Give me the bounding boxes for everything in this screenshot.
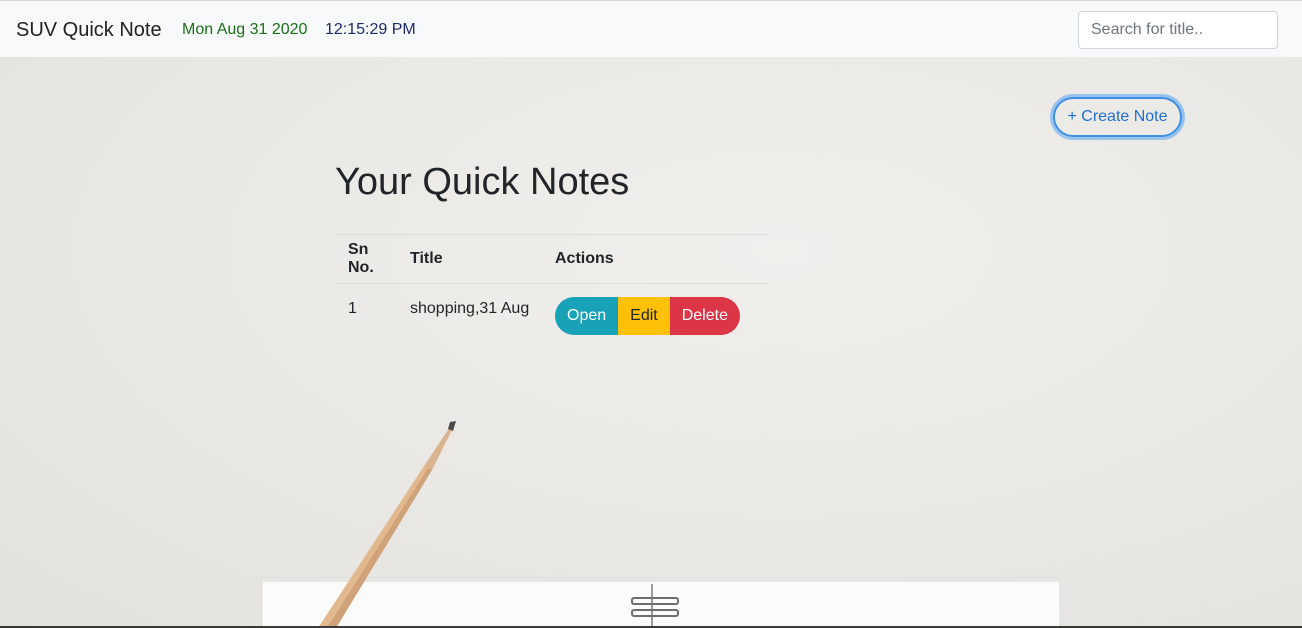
notes-table: Sn No. Title Actions 1 shopping,31 Aug O…: [336, 234, 768, 348]
header-title: Title: [398, 234, 543, 284]
row-actions: Open Edit Delete: [543, 284, 768, 348]
navbar: SUV Quick Note Mon Aug 31 2020 12:15:29 …: [0, 0, 1302, 57]
create-note-button[interactable]: + Create Note: [1053, 97, 1182, 137]
row-sn: 1: [348, 300, 357, 317]
table-row: 1 shopping,31 Aug Open Edit Delete: [336, 284, 768, 348]
brand-title[interactable]: SUV Quick Note: [16, 17, 162, 43]
header-sn: Sn No.: [336, 234, 398, 284]
edit-button[interactable]: Edit: [618, 297, 670, 335]
search-input[interactable]: [1078, 11, 1278, 49]
row-title: shopping,31 Aug: [410, 300, 530, 317]
notebook-illustration: [261, 577, 1061, 628]
current-date: Mon Aug 31 2020: [182, 21, 308, 38]
delete-button[interactable]: Delete: [669, 297, 740, 335]
current-time: 12:15:29 PM: [325, 21, 416, 38]
table-header-row: Sn No. Title Actions: [336, 234, 768, 284]
action-button-group: Open Edit Delete: [555, 297, 740, 335]
page-title: Your Quick Notes: [335, 161, 630, 203]
open-button[interactable]: Open: [555, 297, 619, 335]
header-actions: Actions: [543, 234, 768, 284]
